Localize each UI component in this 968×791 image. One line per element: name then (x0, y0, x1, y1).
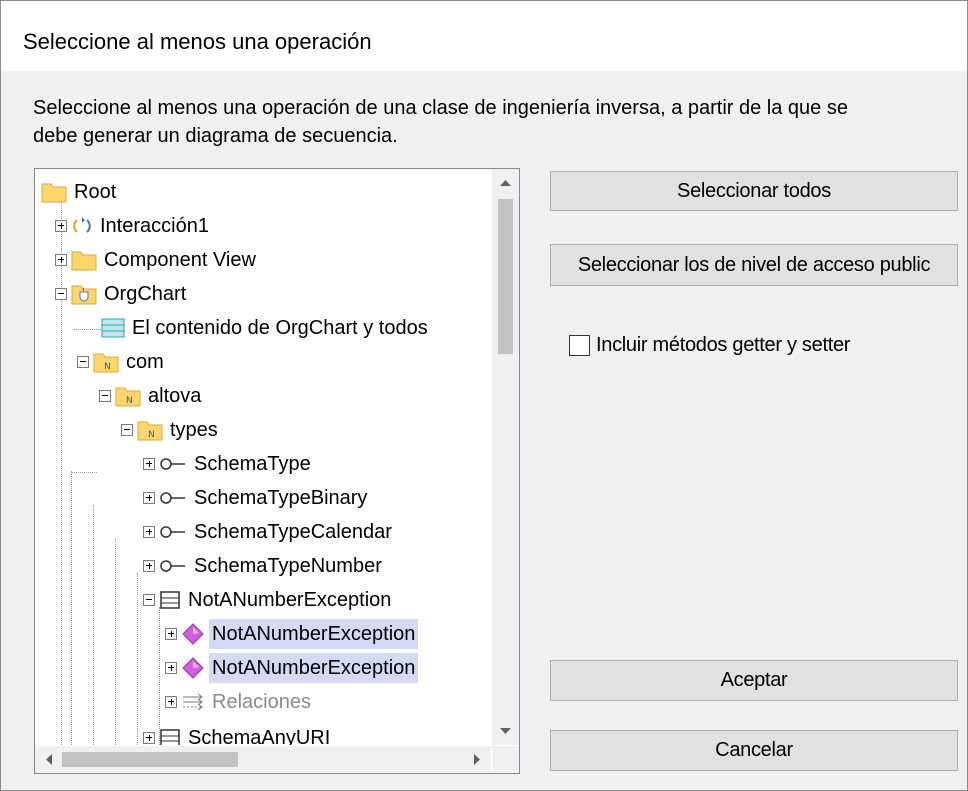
svg-text:N: N (126, 396, 133, 406)
tree-node-operation-1[interactable]: NotANumberException (165, 617, 419, 650)
expand-button[interactable] (143, 559, 155, 572)
expand-button[interactable] (165, 627, 177, 640)
expand-button[interactable] (165, 661, 177, 674)
class-icon (160, 590, 180, 609)
tree-node-interaccion1[interactable]: Interacción1 (55, 209, 212, 242)
class-icon (160, 728, 180, 745)
interface-icon (160, 525, 185, 538)
tree-node-label: Relaciones (212, 690, 311, 713)
interface-icon (160, 491, 185, 504)
tree-node-component-view[interactable]: Component View (55, 243, 259, 276)
tree-node-altova[interactable]: N altova (99, 379, 204, 412)
select-all-button[interactable]: Seleccionar todos (550, 171, 958, 211)
ok-button[interactable]: Aceptar (550, 660, 958, 701)
operation-tree[interactable]: Root Interacción1 Component View OrgChar… (34, 168, 520, 774)
vertical-scroll-thumb[interactable] (498, 199, 513, 354)
instructions-text: Seleccione al menos una operación de una… (33, 97, 848, 147)
tree-node-root[interactable]: Root (41, 175, 119, 208)
vertical-scrollbar[interactable] (492, 169, 519, 745)
dialog: Seleccione al menos una operación Selecc… (0, 0, 968, 791)
namespace-folder-icon: N (115, 387, 141, 406)
tree-node-relaciones[interactable]: Relaciones (165, 685, 314, 718)
expand-button[interactable] (143, 457, 155, 470)
namespace-folder-icon: N (93, 353, 119, 372)
expand-button[interactable] (55, 253, 67, 266)
expand-button[interactable] (165, 695, 177, 708)
tree-node-label: NotANumberException (209, 618, 419, 649)
tree-node-label: Component View (104, 248, 256, 271)
tree-node-label: SchemaTypeCalendar (194, 520, 392, 543)
horizontal-scroll-thumb[interactable] (62, 752, 238, 767)
tree-node-label: NotANumberException (188, 588, 392, 611)
scroll-right-icon[interactable] (464, 746, 491, 773)
scroll-corner (492, 746, 519, 773)
tree-node-schematype[interactable]: SchemaType (143, 447, 314, 480)
cancel-button[interactable]: Cancelar (550, 730, 958, 771)
collapse-button[interactable] (143, 593, 155, 606)
folder-icon (41, 183, 67, 202)
tree-node-operation-2[interactable]: NotANumberException (165, 651, 419, 684)
tree-node-label: SchemaTypeBinary (194, 486, 368, 509)
tree-node-types[interactable]: N types (121, 413, 221, 446)
tree-node-label: El contenido de OrgChart y todos (132, 316, 428, 339)
tree-node-com[interactable]: N com (77, 345, 167, 378)
tree-node-label: OrgChart (104, 282, 187, 305)
tree-node-label: SchemaAnyURI (188, 726, 331, 746)
dialog-title: Seleccione al menos una operación (23, 29, 372, 54)
tree-node-label: altova (148, 384, 202, 407)
interface-icon (160, 559, 185, 572)
horizontal-scrollbar[interactable] (35, 746, 491, 773)
collapse-button[interactable] (121, 423, 133, 436)
tree-node-schematypebinary[interactable]: SchemaTypeBinary (143, 481, 370, 514)
relations-icon (183, 693, 203, 710)
tree-node-notanumberexception-class[interactable]: NotANumberException (143, 583, 394, 616)
interface-icon (160, 457, 185, 470)
dialog-header: Seleccione al menos una operación (1, 1, 967, 71)
collapse-button[interactable] (55, 287, 67, 300)
operation-icon (182, 622, 204, 645)
expand-button[interactable] (55, 219, 67, 232)
tree-node-label: Root (74, 180, 117, 203)
tree-node-label: types (170, 418, 218, 441)
expand-button[interactable] (143, 731, 155, 744)
tree-node-label: NotANumberException (209, 652, 419, 683)
tree-node-diagram[interactable]: El contenido de OrgChart y todos (101, 311, 431, 344)
interaction-icon (73, 216, 91, 233)
collapse-button[interactable] (77, 355, 89, 368)
tree-content: Root Interacción1 Component View OrgChar… (35, 169, 491, 745)
tree-node-label: SchemaType (194, 452, 311, 475)
select-public-button[interactable]: Seleccionar los de nivel de acceso publi… (550, 244, 958, 286)
tree-node-orgchart[interactable]: OrgChart (55, 277, 189, 310)
namespace-folder-icon: N (137, 421, 163, 440)
diagram-icon (101, 318, 125, 337)
collapse-button[interactable] (99, 389, 111, 402)
getter-setter-label: Incluir métodos getter y setter (596, 334, 851, 356)
scroll-down-icon[interactable] (492, 718, 519, 745)
scroll-up-icon[interactable] (492, 169, 519, 196)
java-package-icon (71, 285, 97, 304)
operation-icon (182, 656, 204, 679)
tree-node-label: com (126, 350, 164, 373)
tree-node-label: SchemaTypeNumber (194, 554, 382, 577)
svg-text:N: N (148, 430, 155, 440)
svg-text:N: N (104, 362, 111, 372)
tree-node-schematypecalendar[interactable]: SchemaTypeCalendar (143, 515, 395, 548)
tree-node-schematypenumber[interactable]: SchemaTypeNumber (143, 549, 385, 582)
getter-setter-checkbox[interactable] (569, 335, 590, 356)
scroll-left-icon[interactable] (35, 746, 62, 773)
expand-button[interactable] (143, 491, 155, 504)
expand-button[interactable] (143, 525, 155, 538)
getter-setter-option[interactable]: Incluir métodos getter y setter (569, 334, 850, 357)
tree-node-label: Interacción1 (100, 214, 209, 237)
folder-icon (71, 251, 97, 270)
tree-node-schemaanyuri[interactable]: SchemaAnyURI (143, 721, 333, 745)
